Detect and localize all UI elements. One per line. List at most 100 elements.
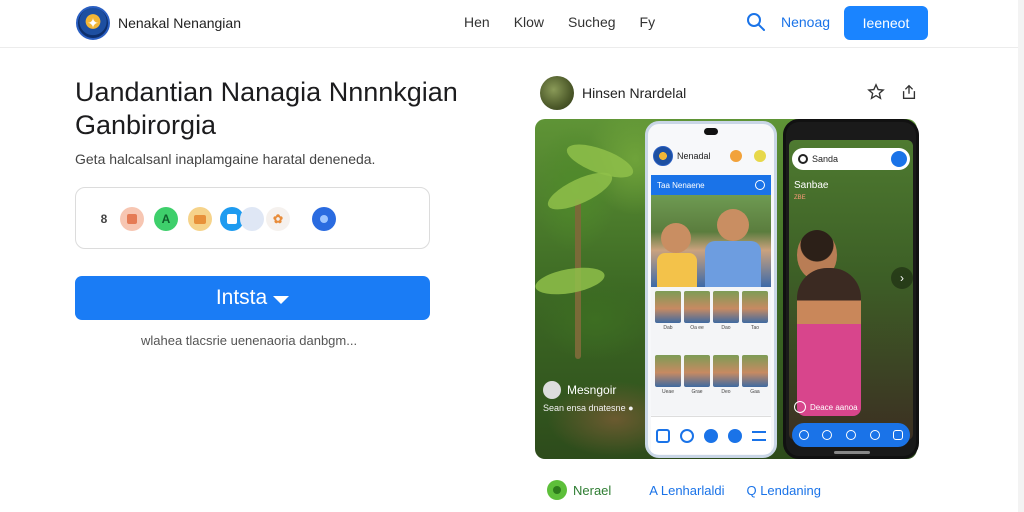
scene-subcaption: Sean ensa dnatesne ● <box>543 403 634 413</box>
phone-hero-photo <box>651 195 771 287</box>
app-icon-3[interactable]: A <box>154 207 178 231</box>
app-icon-4[interactable] <box>188 207 212 231</box>
search-icon[interactable] <box>680 428 694 443</box>
thumbnail-caption: Oa ee <box>690 325 704 331</box>
app-icon-2[interactable] <box>120 207 144 231</box>
scene-caption-text: Mesngoir <box>567 383 617 397</box>
shirt-shape <box>705 241 761 287</box>
grid-thumbnail[interactable] <box>713 291 739 323</box>
scene-caption: Mesngoir <box>543 381 616 399</box>
phone-screen-label: Sanbae <box>794 180 829 191</box>
app-icon-row: 8 A ✿ <box>75 187 430 249</box>
grid-thumbnail[interactable] <box>684 291 710 323</box>
search-button[interactable] <box>891 151 907 167</box>
brand-logo-icon: ✦ <box>76 6 110 40</box>
avatar <box>540 76 574 110</box>
login-link[interactable]: Nenoag <box>781 14 830 30</box>
nav-link-2[interactable]: Klow <box>514 14 544 30</box>
section-bar-label: Taa Nenaene <box>657 180 705 190</box>
phone-search-text: Sanda <box>812 154 839 164</box>
phone-bottom-nav <box>651 416 771 454</box>
thumbnail-caption: Grae <box>691 389 703 395</box>
person-figure <box>797 268 861 416</box>
preview-name: Hinsen Nrardelal <box>582 85 687 101</box>
chat-icon[interactable] <box>845 430 856 440</box>
grid-thumbnail[interactable] <box>742 291 768 323</box>
profile-icon <box>543 381 561 399</box>
phone-mockup-back: Sanda Sanbae ZBE › Deace aanoa <box>783 119 919 459</box>
nav-cta-button[interactable]: Ieeneot <box>844 6 928 40</box>
grid-thumbnail[interactable] <box>655 291 681 323</box>
phone-caption: Deace aanoa <box>794 401 858 413</box>
home-indicator <box>834 451 870 454</box>
grid-thumbnail[interactable] <box>655 355 681 387</box>
search-icon[interactable] <box>746 12 766 32</box>
phone-app-bar: Nenadal <box>653 146 769 166</box>
thumbnail-caption: Deo <box>721 389 731 395</box>
chevron-down-icon <box>273 295 290 304</box>
thumbnail-caption: Dab <box>663 325 673 331</box>
app-icon-6[interactable] <box>240 207 264 231</box>
message-icon[interactable] <box>869 430 880 440</box>
chevron-right-icon[interactable]: › <box>891 267 913 289</box>
nav-link-3[interactable]: Sucheg <box>568 14 615 30</box>
home-icon[interactable] <box>798 430 809 440</box>
shirt-shape <box>657 253 697 287</box>
star-icon[interactable] <box>867 83 885 101</box>
install-button[interactable]: Intsta <box>75 276 430 320</box>
grid-thumbnail[interactable] <box>742 355 768 387</box>
thumbnail-caption: Gaa <box>750 389 760 395</box>
search-icon <box>798 154 808 164</box>
person-figure <box>661 223 691 253</box>
phone-section-bar[interactable]: Taa Nenaene <box>651 175 771 195</box>
chat-icon[interactable] <box>754 150 766 162</box>
tag-label: A Lenharlaldi <box>649 482 725 498</box>
app-icon-8[interactable] <box>312 207 336 231</box>
phone-mockup-front: Nenadal Taa Nenaene Dab Oa ee Dao Tao Ue… <box>645 121 777 458</box>
grid-thumbnail[interactable] <box>713 355 739 387</box>
phone-screen-sublabel: ZBE <box>794 195 806 201</box>
person-figure <box>717 209 749 241</box>
add-icon[interactable] <box>704 428 718 443</box>
tag-label: Nerael <box>573 482 612 498</box>
photo-grid: Dab Oa ee Dao Tao Ueae Grae Deo Gaa <box>651 287 771 415</box>
tag-label: Q Lendaning <box>746 482 821 498</box>
thumbnail-caption: Tao <box>750 325 760 331</box>
chat-icon[interactable] <box>728 428 742 443</box>
tag-2[interactable]: A Lenharlaldi <box>649 483 724 498</box>
people-icon[interactable] <box>822 430 833 440</box>
thumbnail-caption: Ueae <box>662 389 674 395</box>
nav-link-4[interactable]: Fy <box>640 14 656 30</box>
phone-search-bar[interactable]: Sanda <box>792 148 910 170</box>
hero-title: Uandantian Nanagia Nnnnkgian Ganbirorgia <box>75 77 458 140</box>
feature-tags: Nerael A Lenharlaldi Q Lendaning <box>547 480 821 500</box>
brand-name: Nenakal Nenangian <box>118 15 241 31</box>
settings-icon <box>755 180 765 190</box>
share-icon[interactable] <box>900 83 918 101</box>
preview-header: Hinsen Nrardelal <box>540 76 686 110</box>
nav-links: Hen Klow Sucheg Fy <box>464 14 655 30</box>
nav-link-1[interactable]: Hen <box>464 14 490 30</box>
hero-subtitle: Geta halcalsanl inaplamgaine haratal den… <box>75 151 376 167</box>
grid-thumbnail[interactable] <box>684 355 710 387</box>
thumbnail-caption: Dao <box>721 325 731 331</box>
scrollbar[interactable] <box>1018 0 1024 512</box>
tag-3[interactable]: Q Lendaning <box>746 483 820 498</box>
menu-icon[interactable] <box>752 430 766 441</box>
home-icon[interactable] <box>656 428 670 443</box>
leaf <box>535 263 607 299</box>
tag-1[interactable]: Nerael <box>547 480 611 500</box>
top-navigation: ✦ Nenakal Nenangian Hen Klow Sucheg Fy N… <box>0 0 1024 48</box>
app-icon-7[interactable]: ✿ <box>266 207 290 231</box>
install-note: wlahea tlacsrie uenenaoria danbgm... <box>141 333 358 348</box>
phone-app-title: Nenadal <box>677 151 711 161</box>
profile-icon <box>794 401 806 413</box>
globe-icon <box>547 480 567 500</box>
notification-icon[interactable] <box>730 150 742 162</box>
phone-notch <box>704 128 718 135</box>
phone-bottom-nav <box>792 423 910 447</box>
shield-icon[interactable] <box>893 430 904 440</box>
app-icon-1[interactable]: 8 <box>92 207 116 231</box>
brand[interactable]: ✦ Nenakal Nenangian <box>76 5 241 41</box>
phone-caption-text: Deace aanoa <box>810 402 858 412</box>
